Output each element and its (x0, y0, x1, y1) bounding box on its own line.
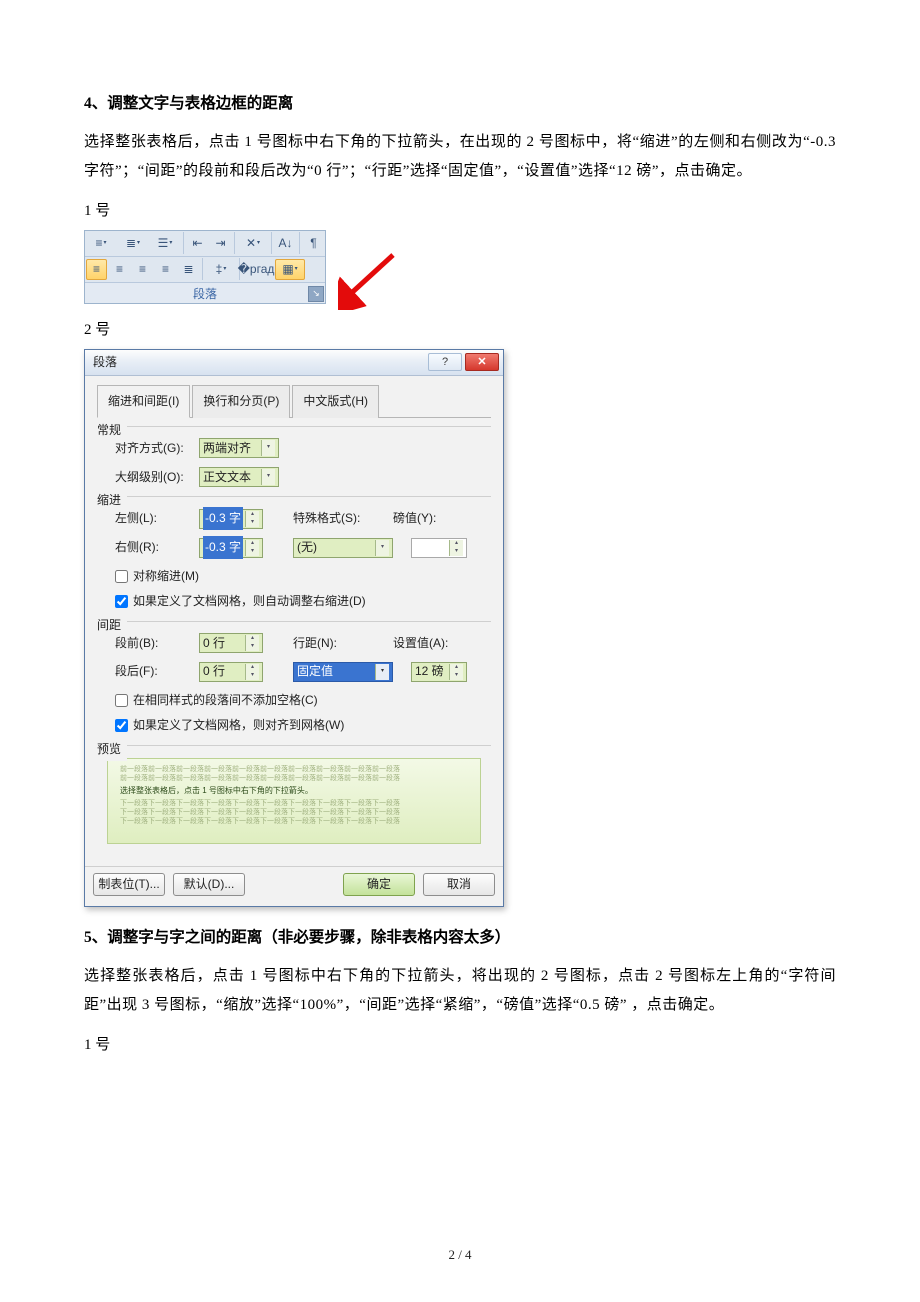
ribbon-caption: 段落 (193, 287, 217, 301)
default-button[interactable]: 默认(D)... (173, 873, 245, 896)
line-spacing-select[interactable]: 固定值▾ (293, 662, 393, 682)
outline-label: 大纲级别(O): (115, 466, 193, 489)
at-spinner[interactable]: 12 磅▴▾ (411, 662, 467, 682)
borders-icon[interactable]: ▦▾ (275, 259, 305, 280)
by-label: 磅值(Y): (393, 507, 449, 530)
align-center-icon[interactable]: ≡ (109, 259, 130, 280)
increase-indent-icon[interactable]: ⇥ (210, 233, 231, 254)
align-right-icon[interactable]: ≡ (132, 259, 153, 280)
by-spinner[interactable]: ▴▾ (411, 538, 467, 558)
align-justify-icon[interactable]: ≡ (155, 259, 176, 280)
space-after-label: 段后(F): (115, 660, 193, 683)
shading-icon[interactable]: �ргад▾ (243, 259, 273, 280)
tab-line-page-breaks[interactable]: 换行和分页(P) (192, 385, 290, 418)
section-heading-5: 5、调整字与字之间的距离（非必要步骤，除非表格内容太多） (84, 923, 836, 952)
tabs-button[interactable]: 制表位(T)... (93, 873, 165, 896)
ok-button[interactable]: 确定 (343, 873, 415, 896)
tab-indent-spacing[interactable]: 缩进和间距(I) (97, 385, 190, 418)
bullets-icon[interactable]: ≡▾ (86, 233, 116, 254)
section-body-4: 选择整张表格后，点击 1 号图标中右下角的下拉箭头，在出现的 2 号图标中，将“… (84, 128, 836, 185)
tab-asian-typography[interactable]: 中文版式(H) (292, 385, 379, 418)
dialog-title: 段落 (93, 351, 117, 374)
figure-label-2: 2 号 (84, 316, 836, 345)
multilevel-list-icon[interactable]: ☰▾ (150, 233, 180, 254)
section-body-5: 选择整张表格后，点击 1 号图标中右下角的下拉箭头，将出现的 2 号图标，点击 … (84, 962, 836, 1019)
auto-right-indent-checkbox[interactable]: 如果定义了文档网格，则自动调整右缩进(D) (115, 590, 491, 613)
special-format-label: 特殊格式(S): (293, 507, 371, 530)
dialog-launcher-icon[interactable]: ↘ (308, 286, 324, 302)
red-arrow-annotation (338, 250, 398, 310)
at-label: 设置值(A): (393, 632, 449, 655)
line-spacing-icon[interactable]: ‡▾ (206, 259, 236, 280)
preview-pane: 前一段落前一段落前一段落前一段落前一段落前一段落前一段落前一段落前一段落前一段落… (107, 758, 481, 844)
align-left-icon[interactable]: ≡ (86, 259, 107, 280)
outline-select[interactable]: 正文文本▾ (199, 467, 279, 487)
mirror-indent-checkbox[interactable]: 对称缩进(M) (115, 565, 491, 588)
space-before-spinner[interactable]: 0 行▴▾ (199, 633, 263, 653)
preview-legend: 预览 (97, 738, 127, 761)
help-button[interactable]: ? (428, 353, 462, 371)
close-button[interactable]: ✕ (465, 353, 499, 371)
indent-legend: 缩进 (97, 489, 127, 512)
line-spacing-label: 行距(N): (293, 632, 371, 655)
spacing-legend: 间距 (97, 614, 127, 637)
figure-label-1: 1 号 (84, 197, 836, 226)
sort-icon[interactable]: A↓ (275, 233, 296, 254)
general-legend: 常规 (97, 419, 127, 442)
cancel-button[interactable]: 取消 (423, 873, 495, 896)
ribbon-paragraph-group: ≡▾ ≣▾ ☰▾ ⇤ ⇥ ✕▾ A↓ ¶ ≡ ≡ ≡ ≡ ≣ ‡▾ (84, 230, 326, 304)
special-format-select[interactable]: (无)▾ (293, 538, 393, 558)
page-number: 2 / 4 (0, 1243, 920, 1268)
section-heading-4: 4、调整文字与表格边框的距离 (84, 89, 836, 118)
decrease-indent-icon[interactable]: ⇤ (187, 233, 208, 254)
no-space-same-style-checkbox[interactable]: 在相同样式的段落间不添加空格(C) (115, 689, 491, 712)
alignment-select[interactable]: 两端对齐▾ (199, 438, 279, 458)
figure-label-1b: 1 号 (84, 1031, 836, 1060)
indent-right-label: 右侧(R): (115, 536, 193, 559)
numbering-icon[interactable]: ≣▾ (118, 233, 148, 254)
align-distribute-icon[interactable]: ≣ (178, 259, 199, 280)
indent-left-spinner[interactable]: -0.3 字▴▾ (199, 509, 263, 529)
space-after-spinner[interactable]: 0 行▴▾ (199, 662, 263, 682)
show-marks-icon[interactable]: ¶ (303, 233, 324, 254)
asian-layout-icon[interactable]: ✕▾ (238, 233, 268, 254)
indent-right-spinner[interactable]: -0.3 字▴▾ (199, 538, 263, 558)
paragraph-dialog: 段落 ? ✕ 缩进和间距(I) 换行和分页(P) 中文版式(H) 常规 对齐方式… (84, 349, 504, 907)
snap-to-grid-checkbox[interactable]: 如果定义了文档网格，则对齐到网格(W) (115, 714, 491, 737)
